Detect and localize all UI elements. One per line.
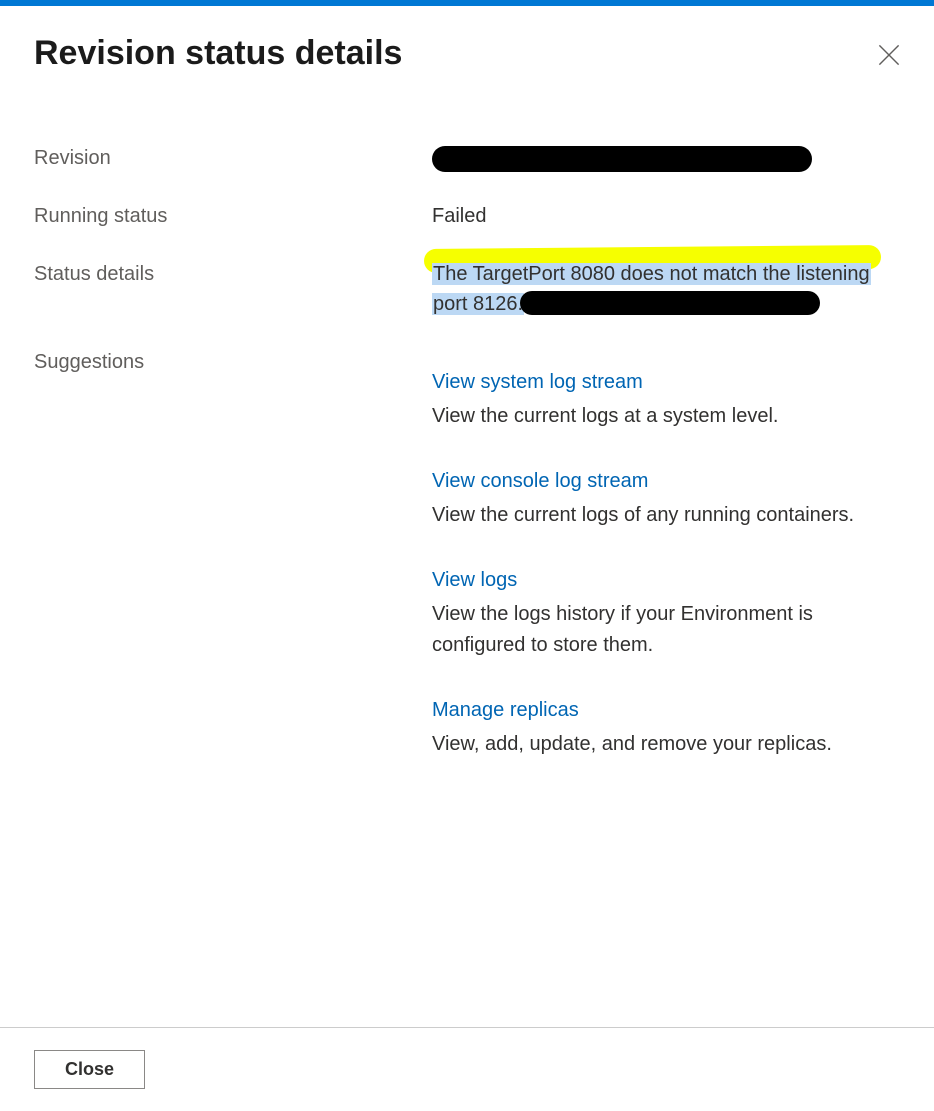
link-view-logs[interactable]: View logs <box>432 565 517 595</box>
row-running-status: Running status Failed <box>34 201 900 231</box>
page-title: Revision status details <box>34 34 402 73</box>
link-view-system-log-stream[interactable]: View system log stream <box>432 367 643 397</box>
value-suggestions: View system log stream View the current … <box>432 347 900 794</box>
link-view-console-log-stream[interactable]: View console log stream <box>432 466 648 496</box>
close-button[interactable]: Close <box>34 1050 145 1089</box>
status-details-text-2: port 8126. <box>432 293 524 315</box>
label-running-status: Running status <box>34 201 432 231</box>
close-icon[interactable] <box>878 44 900 66</box>
value-status-details: The TargetPort 8080 does not match the l… <box>432 259 900 319</box>
panel-body: Revision status details Revision Running… <box>0 6 934 1021</box>
value-running-status: Failed <box>432 201 900 231</box>
redaction-status-details <box>520 291 820 315</box>
suggestion-item: View logs View the logs history if your … <box>432 565 900 661</box>
footer: Close <box>0 1027 934 1111</box>
row-status-details: Status details The TargetPort 8080 does … <box>34 259 900 319</box>
label-suggestions: Suggestions <box>34 347 432 377</box>
link-manage-replicas[interactable]: Manage replicas <box>432 695 579 725</box>
label-status-details: Status details <box>34 259 432 289</box>
row-revision: Revision <box>34 143 900 173</box>
suggestion-desc: View the current logs at a system level. <box>432 401 900 432</box>
label-revision: Revision <box>34 143 432 173</box>
header-row: Revision status details <box>34 34 900 73</box>
suggestion-desc: View the current logs of any running con… <box>432 500 900 531</box>
suggestion-desc: View, add, update, and remove your repli… <box>432 729 900 760</box>
suggestion-item: View console log stream View the current… <box>432 466 900 531</box>
suggestion-item: Manage replicas View, add, update, and r… <box>432 695 900 760</box>
status-details-text-1: The TargetPort 8080 does not match the l… <box>432 263 871 285</box>
value-revision <box>432 143 900 173</box>
row-suggestions: Suggestions View system log stream View … <box>34 347 900 794</box>
suggestion-desc: View the logs history if your Environmen… <box>432 599 900 661</box>
suggestion-item: View system log stream View the current … <box>432 367 900 432</box>
redaction-revision <box>432 146 812 172</box>
